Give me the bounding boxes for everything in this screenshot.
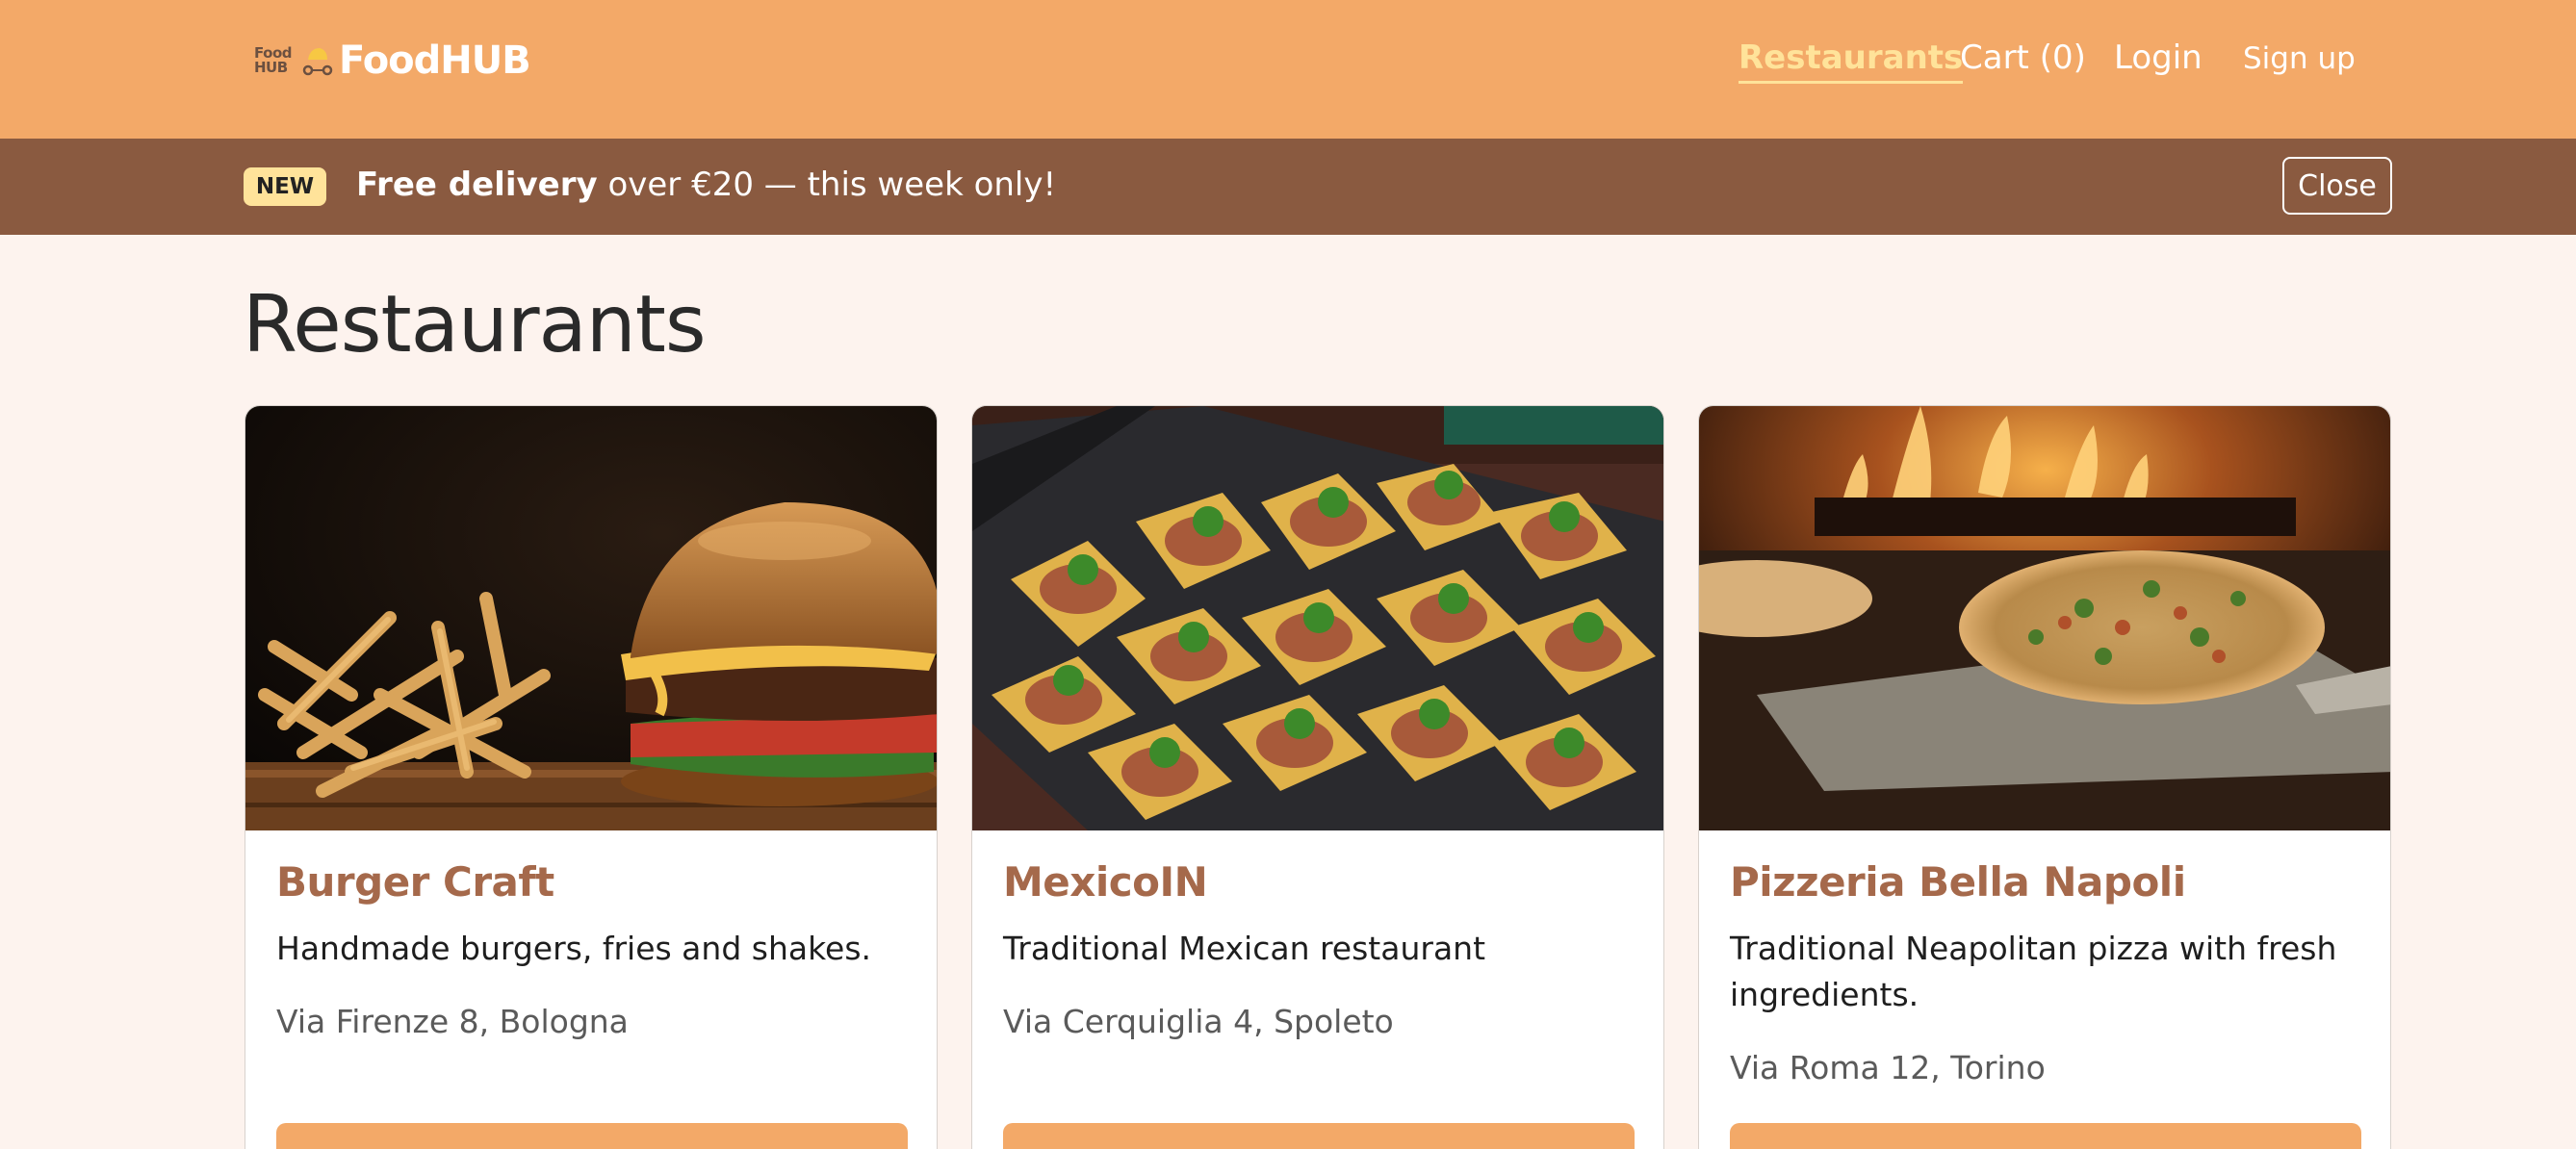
restaurant-description: Traditional Mexican restaurant: [1003, 930, 1486, 967]
logo-small-line2: HUB: [254, 59, 288, 76]
pizza-oven-photo[interactable]: [1699, 406, 2391, 830]
view-restaurant-button[interactable]: View: [1003, 1123, 1635, 1149]
brand-name: FoodHUB: [339, 38, 531, 83]
restaurant-name[interactable]: Burger Craft: [276, 858, 554, 906]
tostadas-photo[interactable]: [972, 406, 1664, 830]
restaurant-address: Via Cerquiglia 4, Spoleto: [1003, 1003, 1394, 1040]
promo-rest-text: over €20 — this week only!: [597, 166, 1057, 204]
scooter-icon: [302, 48, 333, 76]
brand-logo[interactable]: Food HUB FoodHUB: [252, 37, 531, 85]
promo-text: Free delivery over €20 — this week only!: [356, 166, 1056, 204]
logo-small-text: Food HUB: [254, 46, 293, 76]
restaurant-name[interactable]: MexicoIN: [1003, 858, 1208, 906]
view-restaurant-button[interactable]: View: [1730, 1123, 2361, 1149]
restaurant-description: Traditional Neapolitan pizza with fresh …: [1730, 930, 2337, 1013]
restaurant-description: Handmade burgers, fries and shakes.: [276, 930, 872, 967]
new-badge: NEW: [244, 167, 326, 206]
promo-banner: NEW Free delivery over €20 — this week o…: [0, 139, 2576, 235]
restaurant-card: Pizzeria Bella Napoli Traditional Neapol…: [1698, 405, 2391, 1149]
nav-cart-link[interactable]: Cart (0): [1960, 38, 2086, 85]
restaurant-address: Via Roma 12, Torino: [1730, 1049, 2046, 1086]
top-navbar: Food HUB FoodHUB Restaurants Cart (0) Lo…: [0, 0, 2576, 139]
logo-mark: Food HUB: [252, 37, 337, 85]
burger-and-fries-photo[interactable]: [245, 406, 938, 830]
restaurant-card: Burger Craft Handmade burgers, fries and…: [245, 405, 938, 1149]
promo-bold-text: Free delivery: [356, 166, 598, 204]
page-title: Restaurants: [243, 279, 707, 370]
nav-restaurants-link[interactable]: Restaurants: [1739, 38, 1964, 85]
close-banner-button[interactable]: Close: [2282, 157, 2392, 215]
nav-login-link[interactable]: Login: [2114, 38, 2202, 85]
nav-signup-link[interactable]: Sign up: [2243, 41, 2356, 88]
view-restaurant-button[interactable]: View: [276, 1123, 908, 1149]
restaurant-address: Via Firenze 8, Bologna: [276, 1003, 629, 1040]
restaurant-name[interactable]: Pizzeria Bella Napoli: [1730, 858, 2186, 906]
restaurant-card: MexicoIN Traditional Mexican restaurant …: [971, 405, 1664, 1149]
